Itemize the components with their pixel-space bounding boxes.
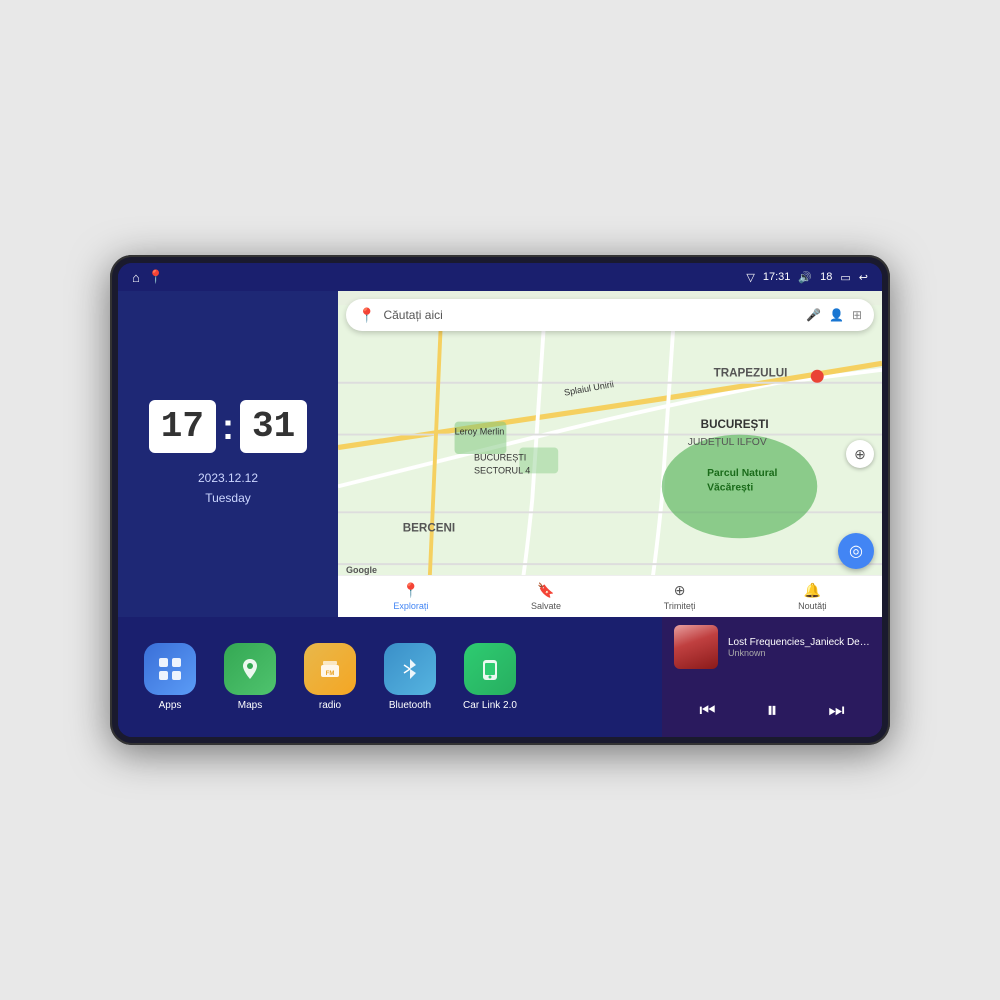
maps-shortcut-icon[interactable]: 📍: [148, 269, 164, 285]
svg-text:Parcul Natural: Parcul Natural: [707, 468, 777, 479]
location-button[interactable]: ◎: [838, 533, 874, 569]
maps-svg-icon: [236, 655, 264, 683]
map-search-text: Căutați aici: [383, 308, 798, 322]
svg-text:Văcărești: Văcărești: [707, 482, 753, 493]
clock-day: Tuesday: [198, 489, 258, 508]
radio-label: radio: [319, 700, 341, 711]
music-thumbnail: [674, 625, 718, 669]
saved-label: Salvate: [531, 601, 561, 611]
map-background: Parcul Natural Văcărești TRAPEZULUI BUCU…: [338, 291, 882, 617]
map-widget[interactable]: Parcul Natural Văcărești TRAPEZULUI BUCU…: [338, 291, 882, 617]
volume-level: 18: [820, 271, 832, 283]
clock-date: 2023.12.12 Tuesday: [198, 469, 258, 507]
carlink-svg-icon: [476, 655, 504, 683]
svg-text:BERCENI: BERCENI: [403, 522, 455, 535]
map-nav-explore[interactable]: 📍 Explorați: [393, 582, 428, 611]
music-title: Lost Frequencies_Janieck Devy-...: [728, 637, 870, 648]
status-bar-right: ▽ 17:31 🔊 18 ▭ ↩: [746, 271, 868, 284]
thumbnail-art: [674, 625, 718, 669]
svg-text:FM: FM: [326, 671, 335, 677]
apps-svg-icon: [156, 655, 184, 683]
grid-icon[interactable]: ⊞: [852, 308, 862, 322]
map-search-actions: 🎤 👤 ⊞: [806, 308, 862, 322]
account-icon[interactable]: 👤: [829, 308, 844, 322]
status-bar: ⌂ 📍 ▽ 17:31 🔊 18 ▭ ↩: [118, 263, 882, 291]
app-item-apps[interactable]: Apps: [134, 643, 206, 711]
clock-display: 17 : 31: [149, 400, 307, 453]
svg-text:Leroy Merlin: Leroy Merlin: [455, 427, 505, 437]
music-metadata: Lost Frequencies_Janieck Devy-... Unknow…: [728, 637, 870, 658]
explore-label: Explorați: [393, 601, 428, 611]
explore-icon: 📍: [402, 582, 419, 599]
carlink-icon[interactable]: [464, 643, 516, 695]
radio-icon[interactable]: FM: [304, 643, 356, 695]
apps-label: Apps: [159, 700, 182, 711]
svg-text:SECTORUL 4: SECTORUL 4: [474, 465, 530, 475]
map-nav-news[interactable]: 🔔 Noutăți: [798, 582, 827, 611]
map-bottom-nav: 📍 Explorați 🔖 Salvate ⊕ Trimiteți 🔔: [338, 575, 882, 617]
status-time: 17:31: [763, 271, 791, 283]
map-search-bar[interactable]: 📍 Căutați aici 🎤 👤 ⊞: [346, 299, 874, 331]
clock-minute: 31: [240, 400, 307, 453]
svg-text:BUCUREȘTI: BUCUREȘTI: [474, 452, 526, 462]
mic-icon[interactable]: 🎤: [806, 308, 821, 322]
bluetooth-label: Bluetooth: [389, 700, 431, 711]
svg-text:BUCUREȘTI: BUCUREȘTI: [701, 418, 769, 431]
bluetooth-svg-icon: [396, 655, 424, 683]
radio-svg-icon: FM: [316, 655, 344, 683]
play-pause-button[interactable]: ⏸: [766, 697, 777, 723]
next-button[interactable]: ⏭: [828, 700, 844, 721]
music-artist: Unknown: [728, 648, 870, 658]
app-item-maps[interactable]: Maps: [214, 643, 286, 711]
map-nav-saved[interactable]: 🔖 Salvate: [531, 582, 561, 611]
saved-icon: 🔖: [537, 582, 554, 599]
map-nav-send[interactable]: ⊕ Trimiteți: [664, 582, 696, 611]
send-icon: ⊕: [674, 582, 686, 599]
signal-icon: ▽: [746, 271, 754, 284]
carlink-label: Car Link 2.0: [463, 700, 517, 711]
app-item-carlink[interactable]: Car Link 2.0: [454, 643, 526, 711]
app-grid: Apps Maps: [118, 617, 662, 737]
news-label: Noutăți: [798, 601, 827, 611]
clock-widget: 17 : 31 2023.12.12 Tuesday: [118, 291, 338, 617]
music-controls: ⏮ ⏸ ⏭: [674, 691, 870, 729]
main-content: 17 : 31 2023.12.12 Tuesday: [118, 291, 882, 737]
bottom-section: Apps Maps: [118, 617, 882, 737]
prev-button[interactable]: ⏮: [699, 700, 715, 721]
apps-icon[interactable]: [144, 643, 196, 695]
map-pin-icon: 📍: [358, 307, 375, 324]
google-logo: Google: [346, 565, 377, 575]
maps-icon[interactable]: [224, 643, 276, 695]
svg-text:TRAPEZULUI: TRAPEZULUI: [714, 366, 788, 379]
compass-icon[interactable]: ⊕: [846, 440, 874, 468]
top-section: 17 : 31 2023.12.12 Tuesday: [118, 291, 882, 617]
music-player: Lost Frequencies_Janieck Devy-... Unknow…: [662, 617, 882, 737]
volume-icon: 🔊: [798, 271, 812, 284]
device-screen: ⌂ 📍 ▽ 17:31 🔊 18 ▭ ↩ 17 :: [118, 263, 882, 737]
battery-icon: ▭: [840, 271, 850, 284]
app-item-bluetooth[interactable]: Bluetooth: [374, 643, 446, 711]
map-controls: ⊕: [846, 440, 874, 468]
news-icon: 🔔: [804, 582, 821, 599]
app-item-radio[interactable]: FM radio: [294, 643, 366, 711]
clock-colon: :: [222, 406, 234, 448]
send-label: Trimiteți: [664, 601, 696, 611]
status-bar-left: ⌂ 📍: [132, 269, 164, 285]
back-icon[interactable]: ↩: [859, 271, 868, 284]
music-info: Lost Frequencies_Janieck Devy-... Unknow…: [674, 625, 870, 669]
maps-label: Maps: [238, 700, 262, 711]
clock-hour: 17: [149, 400, 216, 453]
bluetooth-icon[interactable]: [384, 643, 436, 695]
home-icon[interactable]: ⌂: [132, 270, 140, 285]
car-display-device: ⌂ 📍 ▽ 17:31 🔊 18 ▭ ↩ 17 :: [110, 255, 890, 745]
svg-text:JUDEȚUL ILFOV: JUDEȚUL ILFOV: [688, 437, 767, 448]
clock-date-value: 2023.12.12: [198, 469, 258, 488]
